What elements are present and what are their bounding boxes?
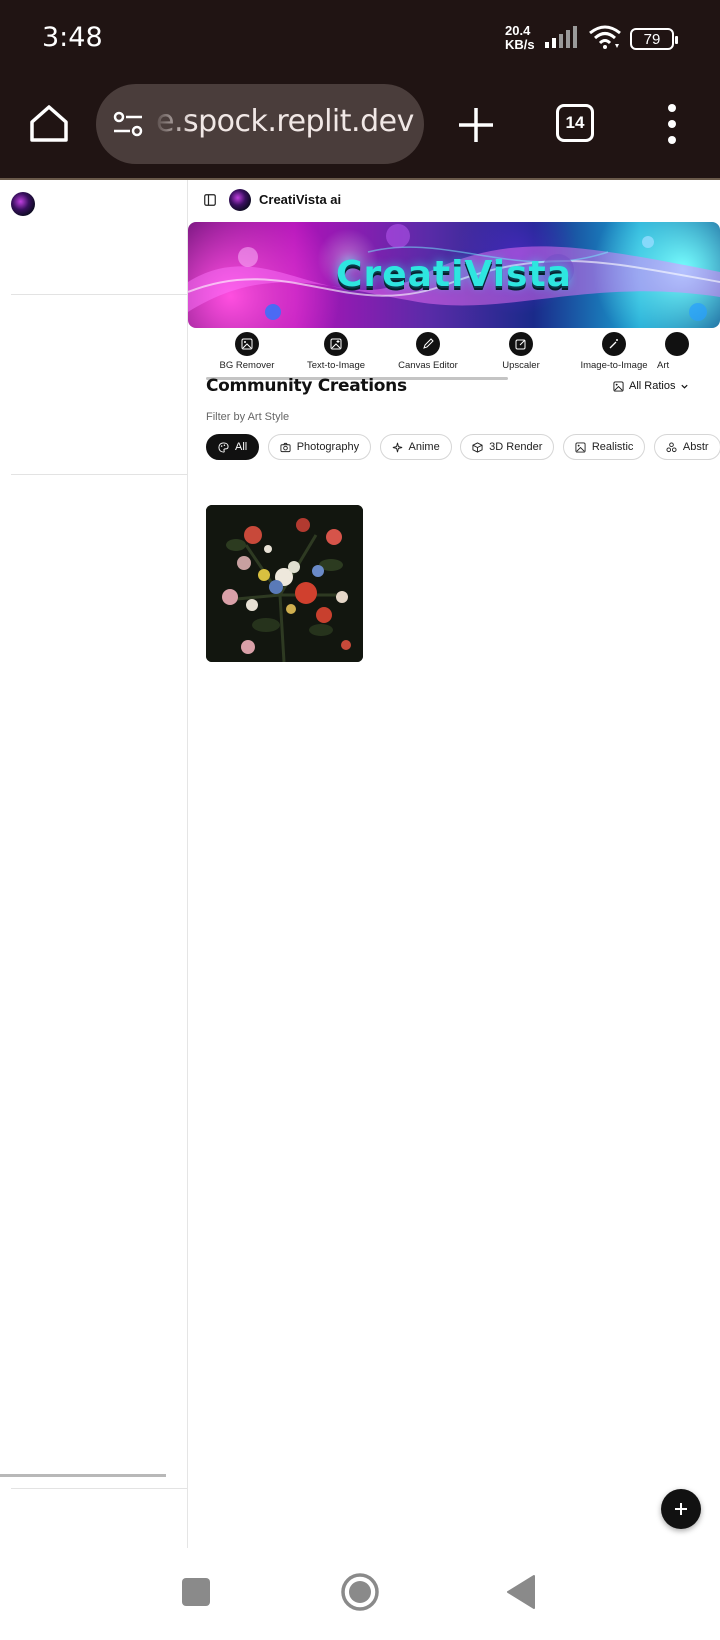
create-fab[interactable]	[661, 1489, 701, 1529]
new-tab-icon[interactable]	[455, 104, 497, 146]
banner-title: CreatiVista	[336, 254, 572, 295]
tool-shortcuts: BG Remover Text-to-Image Canvas Editor U…	[188, 328, 720, 380]
filter-chip-realistic[interactable]: Realistic	[562, 434, 646, 460]
wifi-icon	[589, 25, 621, 49]
filter-chip-all[interactable]: All	[206, 434, 260, 460]
status-bar: 3:48 20.4 KB/s 79	[0, 0, 720, 80]
app-header: CreatiVista ai	[188, 180, 720, 220]
edit-square-icon	[509, 332, 533, 356]
filter-chip-abstract[interactable]: Abstr	[653, 434, 720, 460]
filter-label: Filter by Art Style	[206, 411, 290, 423]
brush-icon	[665, 332, 689, 356]
sparkles-icon	[392, 442, 402, 452]
filter-chip-3d-render[interactable]: 3D Render	[460, 434, 555, 460]
sidebar-scrollbar[interactable]	[0, 1474, 166, 1477]
filter-chip-label: Anime	[408, 441, 440, 453]
brand-name: CreatiVista ai	[259, 192, 342, 207]
wand-icon	[602, 332, 626, 356]
tool-label: Text-to-Image	[306, 360, 366, 371]
sidebar-divider	[11, 1488, 187, 1489]
browser-toolbar: e.spock.replit.dev 14	[0, 80, 720, 180]
tool-label: Upscaler	[502, 360, 540, 371]
brand-logo[interactable]	[229, 189, 251, 211]
community-image-card[interactable]	[206, 505, 363, 662]
clock: 3:48	[42, 22, 103, 53]
section-title: Community Creations	[206, 376, 407, 396]
tool-label: Image-to-Image	[580, 360, 648, 371]
hero-banner: CreatiVista	[188, 222, 720, 328]
tool-bg-remover[interactable]: BG Remover	[205, 332, 289, 371]
sidebar-toggle-icon[interactable]	[204, 194, 216, 206]
sidebar-divider	[11, 474, 187, 475]
palette-icon	[218, 441, 229, 453]
filter-chip-label: Realistic	[591, 441, 634, 453]
network-speed-value: 20.4	[505, 23, 531, 38]
home-nav-button[interactable]	[340, 1572, 380, 1612]
sidebar-logo[interactable]	[11, 192, 35, 216]
address-bar[interactable]: e.spock.replit.dev	[96, 84, 424, 164]
filter-chip-photography[interactable]: Photography	[267, 434, 372, 460]
recents-button[interactable]	[182, 1578, 210, 1606]
home-icon[interactable]	[26, 100, 72, 146]
sidebar-divider	[11, 294, 187, 295]
tool-label: Art	[657, 360, 670, 371]
site-settings-icon[interactable]	[112, 108, 144, 140]
url-fade	[152, 84, 192, 164]
pencil-icon	[416, 332, 440, 356]
network-speed-unit: KB/s	[505, 37, 535, 52]
image-icon	[575, 441, 586, 453]
system-nav-bar	[0, 1548, 720, 1640]
chevron-down-icon	[681, 384, 689, 389]
battery-indicator: 79	[630, 28, 678, 50]
tool-label: BG Remover	[219, 360, 275, 371]
filter-chip-label: Abstr	[682, 441, 709, 453]
more-menu-icon[interactable]	[662, 102, 682, 146]
camera-icon	[280, 442, 291, 452]
cube-icon	[472, 441, 483, 453]
filter-chip-anime[interactable]: Anime	[379, 434, 452, 460]
ratio-filter-label: All Ratios	[629, 380, 676, 392]
network-speed: 20.4 KB/s	[505, 24, 535, 52]
filter-chip-label: Photography	[296, 441, 360, 453]
main-content: CreatiVista ai CreatiVista BG Remover Te…	[188, 180, 720, 1548]
shapes-icon	[666, 441, 677, 452]
image-icon	[613, 380, 624, 392]
filter-chip-label: 3D Render	[489, 441, 543, 453]
tool-canvas-editor[interactable]: Canvas Editor	[386, 332, 470, 371]
flower-still-life-image	[206, 505, 363, 662]
image-icon	[235, 332, 259, 356]
back-nav-button[interactable]	[506, 1574, 536, 1610]
tool-label: Canvas Editor	[398, 360, 458, 371]
art-style-filters: All Photography Anime 3D Render Realisti…	[206, 434, 720, 462]
tool-art[interactable]: Art	[655, 332, 720, 371]
plus-icon	[675, 1503, 687, 1515]
signal-icon	[545, 26, 577, 48]
ratio-filter-dropdown[interactable]: All Ratios	[613, 380, 689, 392]
sidebar	[0, 180, 188, 1548]
tab-switcher-button[interactable]: 14	[556, 104, 594, 142]
filter-chip-label: All	[235, 441, 248, 453]
image-plus-icon	[324, 332, 348, 356]
url-text: e.spock.replit.dev	[156, 104, 414, 139]
tool-text-to-image[interactable]: Text-to-Image	[294, 332, 378, 371]
tool-image-to-image[interactable]: Image-to-Image	[572, 332, 656, 371]
tool-upscaler[interactable]: Upscaler	[479, 332, 563, 371]
